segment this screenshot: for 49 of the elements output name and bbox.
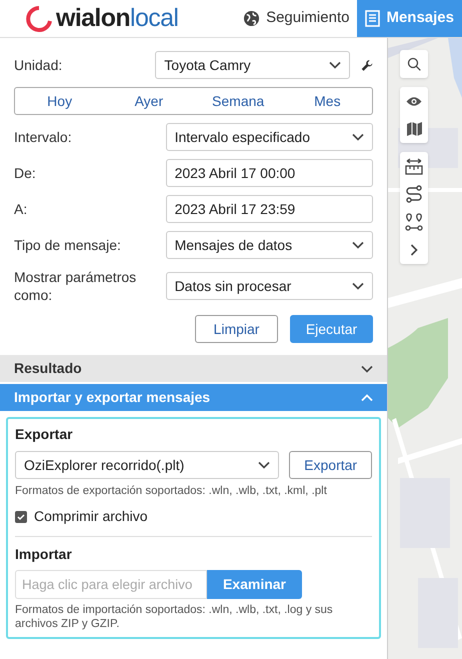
period-button[interactable]: Ayer xyxy=(104,88,194,114)
chevron-down-icon xyxy=(352,282,364,290)
checkbox[interactable] xyxy=(15,510,27,523)
dropdown[interactable]: Datos sin procesar xyxy=(166,272,373,300)
help-text: Formatos de importación soportados: .wln, .wlb, .txt, .log y sus archivos ZIP y GZIP. xyxy=(15,603,334,632)
unit-dropdown[interactable]: Toyota Camry xyxy=(155,51,350,79)
globe-icon xyxy=(243,10,260,27)
field-label: Unidad: xyxy=(14,56,64,74)
section-title: Importar xyxy=(15,544,73,564)
chevron-down-icon xyxy=(361,364,373,372)
input-field[interactable]: 2023 Abril 17 00:00 xyxy=(166,159,373,187)
format-dropdown[interactable]: OziExplorer recorrido(.plt) xyxy=(15,451,280,479)
field-label: Tipo de mensaje: xyxy=(14,236,122,254)
pins-icon[interactable] xyxy=(405,213,423,231)
period-button[interactable]: Mes xyxy=(282,88,372,114)
chevron-down-icon xyxy=(352,133,364,141)
eye-icon[interactable] xyxy=(406,96,422,106)
chevron-down-icon xyxy=(328,61,341,69)
wrench-icon[interactable] xyxy=(360,58,373,72)
tab[interactable]: Seguimiento xyxy=(235,0,358,37)
help-text: Formatos de exportación soportados: .wln, .wlb, .txt, .kml, .plt xyxy=(15,484,328,499)
field-label: Mostrar parámetros como: xyxy=(14,268,138,304)
field-label: Intervalo: xyxy=(14,128,73,146)
chevron-down-icon xyxy=(258,461,270,469)
section-title: Exportar xyxy=(15,424,74,444)
logo-icon xyxy=(26,6,52,32)
map-icon[interactable] xyxy=(406,122,422,136)
chevron-up-icon xyxy=(361,394,373,402)
clear-button[interactable]: Limpiar xyxy=(195,315,278,343)
period-button[interactable]: Semana xyxy=(194,88,283,114)
export-button[interactable]: Exportar xyxy=(289,451,372,479)
document-icon xyxy=(365,10,380,27)
ruler-icon[interactable] xyxy=(405,158,423,174)
field-label: A: xyxy=(14,200,28,218)
chevron-right-icon[interactable] xyxy=(410,244,418,256)
route-icon[interactable] xyxy=(405,185,423,203)
dropdown[interactable]: Mensajes de datos xyxy=(166,231,373,259)
checkmark-icon xyxy=(17,512,25,521)
chevron-down-icon xyxy=(352,241,364,249)
dropdown[interactable]: Intervalo especificado xyxy=(166,123,373,151)
period-button[interactable]: Hoy xyxy=(15,88,104,114)
logo-text: wialon xyxy=(56,6,130,31)
input-field[interactable]: 2023 Abril 17 23:59 xyxy=(166,195,373,223)
section-header[interactable]: Resultado xyxy=(0,355,387,382)
checkbox-label: Comprimir archivo xyxy=(34,507,148,526)
field-label: De: xyxy=(14,164,37,182)
search-icon[interactable] xyxy=(407,57,421,71)
logo-text: local xyxy=(130,6,178,31)
file-input-field[interactable]: Haga clic para elegir archivo xyxy=(15,570,207,600)
